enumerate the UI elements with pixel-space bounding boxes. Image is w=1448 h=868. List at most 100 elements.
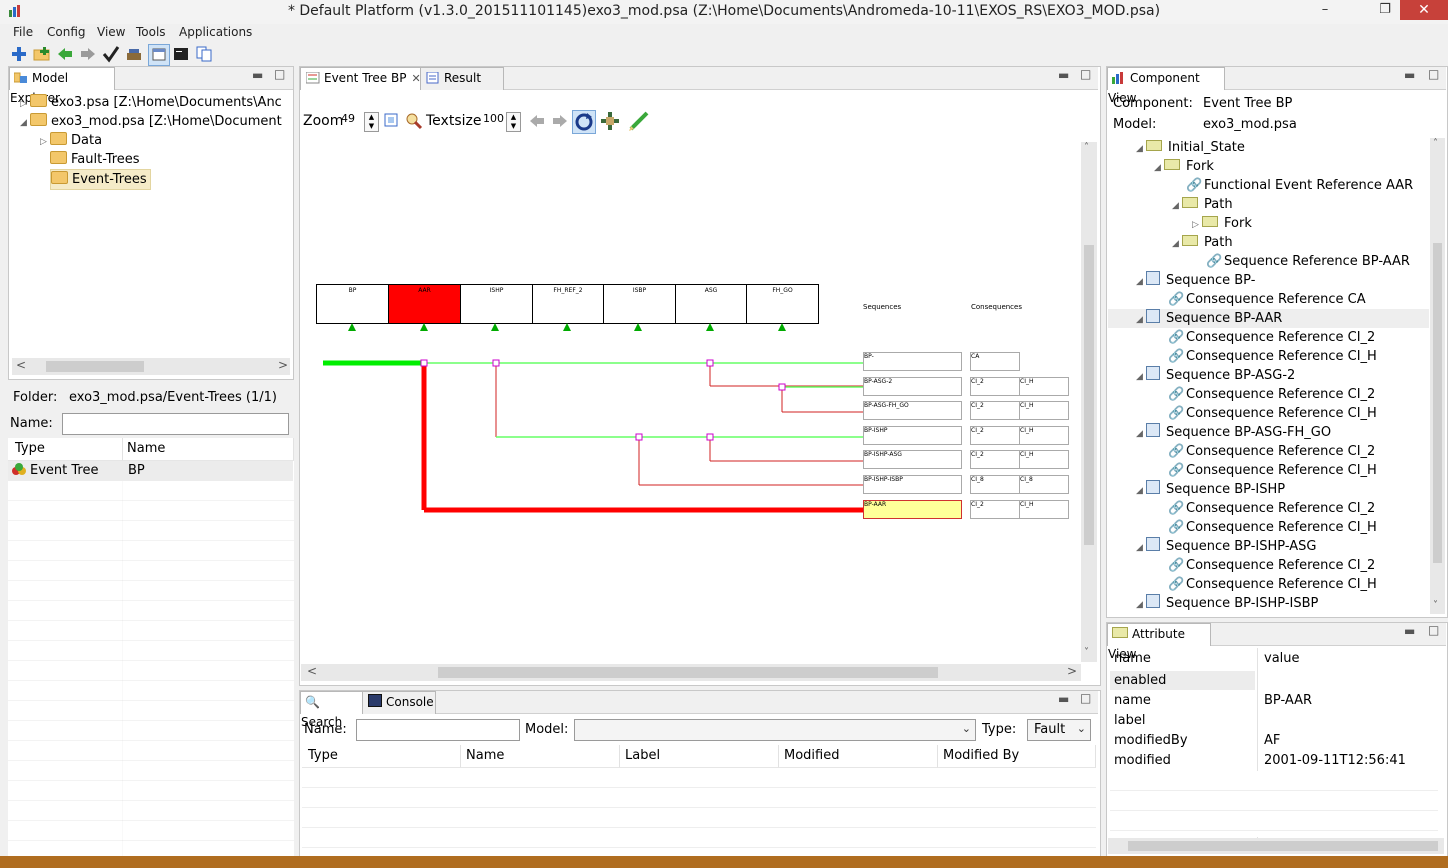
sequence-box[interactable]: BP- [863,352,962,371]
collapse-icon[interactable]: ◢ [1136,425,1146,444]
scroll-thumb[interactable] [1433,243,1442,563]
consequence-box[interactable]: CI_2 [970,377,1020,396]
scroll-down-icon[interactable]: ˅ [1084,647,1089,658]
textsize-value[interactable]: 100 [483,112,505,130]
consequence-box[interactable]: CI_2 [970,500,1020,519]
maximize-panel-icon[interactable]: □ [1080,67,1091,81]
tree-item-functional-ref[interactable]: 🔗 Functional Event Reference AAR [1186,176,1413,195]
tree-item-sequence-selected[interactable]: ◢ Sequence BP-AAR [1108,309,1429,328]
tree-item-sequence[interactable]: ◢ Sequence BP-ISHP-ASG [1136,537,1316,556]
tree-item-sequence[interactable]: ◢ Sequence BP- [1136,271,1255,290]
column-header-name[interactable]: Name [123,438,294,461]
tree-item-sequence[interactable]: ◢ Sequence BP-ISHP-ISBP [1136,594,1318,613]
new-icon[interactable] [10,45,28,63]
consequence-box[interactable]: CI_2 [970,450,1020,469]
consequence-box[interactable]: CI_H [1019,377,1069,396]
tree-item-exo3-mod[interactable]: ◢ exo3_mod.psa [Z:\Home\Document [20,112,282,131]
scroll-thumb[interactable] [46,361,144,372]
attr-value[interactable]: BP-AAR [1264,691,1312,711]
maximize-panel-icon[interactable]: □ [1428,623,1439,637]
editor-vscrollbar[interactable]: ˄ ˅ [1081,142,1097,662]
tree-item-consequence-ref[interactable]: 🔗 Consequence Reference CI_2 [1168,385,1375,404]
back-icon[interactable] [56,45,74,63]
sequence-box[interactable]: BP-ISHP-ISBP [863,475,962,494]
consequence-box[interactable]: CA [970,352,1020,371]
collapse-icon[interactable]: ◢ [1136,140,1146,159]
menu-view[interactable]: View [97,25,125,39]
attribute-row[interactable]: enabled [1110,671,1436,691]
scroll-left-icon[interactable]: < [16,358,26,372]
tab-result[interactable]: Result [420,67,504,90]
tree-item-fork[interactable]: ▷ Fork [1192,214,1252,233]
collapse-icon[interactable]: ◢ [1136,273,1146,292]
sequence-box[interactable]: BP-ISHP-ASG [863,450,962,469]
tab-attribute-view[interactable]: Attribute View [1107,623,1211,661]
copy-icon[interactable] [195,45,213,63]
tree-item-path[interactable]: ◢ Path [1172,233,1233,252]
scroll-left-icon[interactable]: < [307,664,317,678]
tree-item-consequence-ref[interactable]: 🔗 Consequence Reference CI_2 [1168,442,1375,461]
consequence-box[interactable]: CI_H [1019,426,1069,445]
consequence-box[interactable]: CI_2 [970,426,1020,445]
minimize-panel-icon[interactable]: ▬ [1058,692,1069,706]
collapse-icon[interactable]: ◢ [1136,482,1146,501]
search-model-select[interactable]: ⌄ [574,719,976,741]
scroll-thumb[interactable] [1084,245,1094,545]
tree-item-consequence-ref[interactable]: 🔗 Consequence Reference CI_2 [1168,499,1375,518]
tree-item-consequence-ref[interactable]: 🔗 Consequence Reference CI_2 [1168,556,1375,575]
consequence-box[interactable]: CI_8 [970,475,1020,494]
books-icon[interactable] [125,45,143,63]
scroll-up-icon[interactable]: ˄ [1433,138,1438,149]
textsize-spinner[interactable]: ▲ ▼ [506,112,521,132]
zoom-value[interactable]: 49 [341,112,363,130]
expand-icon[interactable]: ▷ [40,133,50,152]
tree-item-consequence-ref[interactable]: 🔗 Consequence Reference CI_H [1168,404,1377,423]
attribute-row[interactable]: modified 2001-09-11T12:56:41 [1110,751,1436,771]
window-layout-icon[interactable] [148,44,170,66]
edit-pencil-icon[interactable] [628,110,650,136]
column-header-modified[interactable]: Modified [779,745,938,768]
tree-item-data[interactable]: ▷ Data [40,131,102,150]
fit-to-window-icon[interactable] [383,112,399,132]
minimize-panel-icon[interactable]: ▬ [252,68,263,82]
search-name-input[interactable] [356,719,520,741]
tree-item-exo3[interactable]: ▷ exo3.psa [Z:\Home\Documents\Anc [20,93,282,112]
maximize-panel-icon[interactable]: □ [1080,691,1091,705]
tree-item-consequence-ref[interactable]: 🔗 Consequence Reference CI_H [1168,575,1377,594]
tab-component-view[interactable]: Component View [1107,67,1225,105]
sequence-box-selected[interactable]: BP-AAR [863,500,962,519]
consequence-box[interactable]: CI_2 [970,401,1020,420]
close-window-icon[interactable]: ✕ [1400,0,1448,20]
tree-item-sequence[interactable]: ◢ Sequence BP-ASG-2 [1136,366,1295,385]
tree-item-sequence[interactable]: ◢ Sequence BP-ISHP [1136,480,1285,499]
attribute-hscrollbar[interactable] [1108,838,1444,854]
tree-item-sequence[interactable]: ◢ Sequence BP-ASG-FH_GO [1136,423,1331,442]
attribute-row[interactable]: label [1110,711,1436,731]
scroll-down-icon[interactable]: ˅ [1433,600,1438,611]
consequence-box[interactable]: CI_H [1019,401,1069,420]
collapse-icon[interactable]: ◢ [1154,159,1164,178]
minimize-panel-icon[interactable]: ▬ [1404,68,1415,82]
event-tree-branches[interactable] [301,142,1081,542]
model-explorer-hscrollbar[interactable]: < > [12,358,290,375]
tab-search[interactable]: 🔍Search [300,691,364,729]
component-vscrollbar[interactable]: ˄ ˅ [1430,138,1445,614]
minimize-panel-icon[interactable]: ▬ [1404,624,1415,638]
menu-file[interactable]: File [13,25,33,39]
tree-item-fault-trees[interactable]: Fault-Trees [50,150,140,169]
table-row[interactable]: Event Tree BP [8,461,293,481]
tab-model-explorer[interactable]: Model Explorer [9,67,115,105]
column-header-type[interactable]: Type [8,438,123,461]
menu-config[interactable]: Config [47,25,86,39]
new-folder-icon[interactable] [33,45,51,63]
forward-icon[interactable] [79,45,97,63]
consequence-box[interactable]: CI_8 [1019,475,1069,494]
column-header-type[interactable]: Type [302,745,461,768]
tree-item-path[interactable]: ◢ Path [1172,195,1233,214]
column-header-modified-by[interactable]: Modified By [938,745,1096,768]
collapse-icon[interactable]: ◢ [1136,368,1146,387]
console-icon[interactable] [172,45,190,63]
collapse-icon[interactable]: ◢ [20,114,30,133]
tree-item-consequence-ref[interactable]: 🔗 Consequence Reference CI_H [1168,461,1377,480]
sequence-box[interactable]: BP-ISHP [863,426,962,445]
